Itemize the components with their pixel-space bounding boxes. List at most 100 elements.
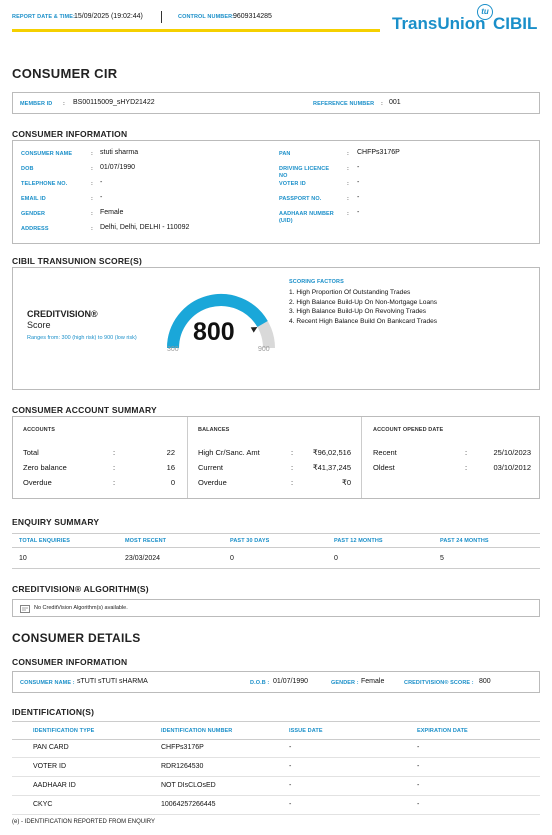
identification-header: ISSUE DATE xyxy=(289,728,323,734)
identification-row-rule xyxy=(12,814,540,815)
ci-value: - xyxy=(357,194,360,201)
identification-table: IDENTIFICATION TYPE IDENTIFICATION NUMBER… xyxy=(12,721,540,816)
enquiry-header: PAST 24 MONTHS xyxy=(440,538,489,544)
identification-row-rule xyxy=(12,776,540,777)
scoring-factor: 3. High Balance Build-Up On Revolving Tr… xyxy=(289,308,427,315)
ci-value: - xyxy=(100,194,103,201)
reference-colon: : xyxy=(381,101,383,107)
reference-number-value: 001 xyxy=(389,99,401,106)
enquiry-header: PAST 30 DAYS xyxy=(230,538,270,544)
member-box: MEMBER ID : BS00115009_sHYD21422 REFEREN… xyxy=(12,92,540,114)
cd-dob-value: 01/07/1990 xyxy=(273,678,309,685)
balances-header: BALANCES xyxy=(198,427,230,433)
score-word: Score xyxy=(27,320,51,330)
score-section-title: CIBIL TRANSUNION SCORE(S) xyxy=(12,256,142,266)
cd-score-value: 800 xyxy=(479,678,491,685)
ci-value: 01/07/1990 xyxy=(100,164,136,171)
creditvision-label: CREDITVISION® xyxy=(27,309,98,319)
gauge-min-label: 300 xyxy=(167,346,179,353)
ci-colon: : xyxy=(91,166,93,172)
enquiry-value-row: 10 23/03/2024 0 0 5 xyxy=(12,549,540,569)
consumer-info-box: CONSUMER NAME: stuti sharma DOB: 01/07/1990… xyxy=(12,140,540,244)
ci-value: Delhi, Delhi, DELHI - 110092 xyxy=(100,224,190,231)
consumer-info-title: CONSUMER INFORMATION xyxy=(12,129,128,139)
header-bar: REPORT DATE & TIME: 15/09/2025 (19:02:44… xyxy=(12,8,380,32)
page-title: CONSUMER CIR xyxy=(12,66,118,81)
scoring-factors-title: SCORING FACTORS xyxy=(289,279,344,285)
ci-label: DOB xyxy=(21,166,34,172)
cd-name-value: sTUTI sTUTI sHARMA xyxy=(77,678,148,685)
brand-cibil: CIBIL xyxy=(493,14,538,33)
ci-label: TELEPHONE NO. xyxy=(21,181,68,187)
balances-colon: : xyxy=(291,463,294,472)
identification-cell: PAN CARD xyxy=(33,744,69,751)
cd-gender-value: Female xyxy=(361,678,385,685)
identification-footnote: (e) - IDENTIFICATION REPORTED FROM ENQUI… xyxy=(12,819,156,825)
header-yellow-rule xyxy=(12,29,380,32)
identification-cell: - xyxy=(417,763,420,770)
identification-row-rule xyxy=(12,757,540,758)
opened-colon: : xyxy=(465,448,468,457)
balances-colon: : xyxy=(291,448,294,457)
balances-label: Overdue xyxy=(198,478,227,487)
report-date-value: 15/09/2025 (19:02:44) xyxy=(74,13,143,20)
balances-value: ₹96,02,516 xyxy=(312,448,351,457)
algorithm-box: No CreditVision Algorithm(s) available. xyxy=(12,599,540,617)
balances-value: ₹0 xyxy=(342,478,351,487)
ci-colon: : xyxy=(91,151,93,157)
opened-value: 03/10/2012 xyxy=(493,463,531,472)
control-number-value: 9609314285 xyxy=(233,13,272,20)
identification-cell: - xyxy=(289,782,292,789)
ci-value: - xyxy=(357,164,360,171)
identification-cell: - xyxy=(289,801,292,808)
opened-label: Oldest xyxy=(373,463,395,472)
algorithm-message: No CreditVision Algorithm(s) available. xyxy=(34,605,128,611)
enquiry-summary-title: ENQUIRY SUMMARY xyxy=(12,517,100,527)
opened-value: 25/10/2023 xyxy=(493,448,531,457)
accounts-colon: : xyxy=(113,478,116,487)
scoring-factor: 4. Recent High Balance Build On Bankcard… xyxy=(289,317,438,325)
ci-label: GENDER xyxy=(21,211,46,217)
divider-accounts xyxy=(187,417,188,498)
identification-cell: - xyxy=(417,801,420,808)
member-id-value: BS00115009_sHYD21422 xyxy=(73,99,155,106)
scoring-factor: 1. High Proportion Of Outstanding Trades xyxy=(289,289,411,296)
ci-label: DRIVING LICENCE NO xyxy=(279,166,330,179)
score-box: CREDITVISION® Score Ranges from: 300 (hi… xyxy=(12,267,540,390)
control-number-label: CONTROL NUMBER: xyxy=(178,14,235,20)
divider-balances xyxy=(361,417,362,498)
ci-label: CONSUMER NAME xyxy=(21,151,73,157)
brand-logo: TransUnion CIBIL tu xyxy=(392,4,542,36)
gauge-max-label: 900 xyxy=(258,346,270,353)
accounts-colon: : xyxy=(113,463,116,472)
accounts-colon: : xyxy=(113,448,116,457)
ci-label: PAN xyxy=(279,151,291,157)
member-id-label: MEMBER ID xyxy=(20,101,53,107)
identification-cell: VOTER ID xyxy=(33,763,67,770)
consumer-details-box: CONSUMER NAME : sTUTI sTUTI sHARMA D.O.B… xyxy=(12,671,540,693)
ci-label: VOTER ID xyxy=(279,181,306,187)
balances-label: High Cr/Sanc. Amt xyxy=(198,448,260,457)
identification-header: EXPIRATION DATE xyxy=(417,728,468,734)
enquiry-value: 0 xyxy=(334,555,338,562)
identification-cell: AADHAAR ID xyxy=(33,782,76,789)
identification-cell: - xyxy=(289,763,292,770)
identification-row-rule xyxy=(12,795,540,796)
report-date-label: REPORT DATE & TIME: xyxy=(12,14,75,20)
ci-label: ADDRESS xyxy=(21,226,49,232)
identification-cell: CHFPs3176P xyxy=(161,744,204,751)
gauge-pointer xyxy=(250,327,258,333)
cd-name-label: CONSUMER NAME : xyxy=(20,680,75,686)
ci-value: - xyxy=(100,179,103,186)
ci-value: Female xyxy=(100,209,124,216)
member-id-colon: : xyxy=(63,101,65,107)
ci-colon: : xyxy=(347,181,349,187)
accounts-label: Zero balance xyxy=(23,463,67,472)
ci-label: AADHAAR NUMBER (UID) xyxy=(279,211,334,224)
enquiry-value: 5 xyxy=(440,555,444,562)
enquiry-value: 0 xyxy=(230,555,234,562)
balances-colon: : xyxy=(291,478,294,487)
accounts-label: Total xyxy=(23,448,39,457)
account-summary-title: CONSUMER ACCOUNT SUMMARY xyxy=(12,405,157,415)
account-summary-box: ACCOUNTS BALANCES ACCOUNT OPENED DATE To… xyxy=(12,416,540,499)
